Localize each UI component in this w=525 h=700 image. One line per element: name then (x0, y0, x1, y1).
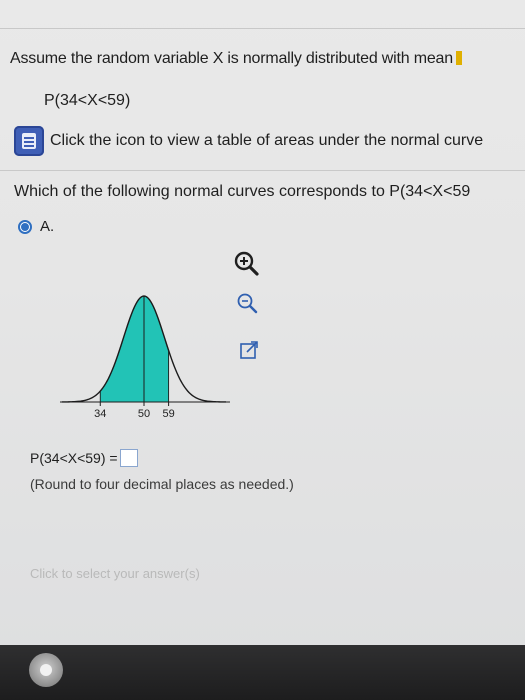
tick-label: 50 (138, 408, 150, 420)
table-icon[interactable] (14, 126, 44, 156)
zoom-out-icon[interactable] (236, 292, 258, 314)
tick-label: 34 (94, 408, 106, 420)
bottom-bar (0, 645, 525, 700)
rounding-hint: (Round to four decimal places as needed.… (30, 476, 294, 492)
normal-curve-chart: 34 50 59 (60, 295, 230, 420)
home-button[interactable] (29, 653, 63, 687)
table-link[interactable]: Click the icon to view a table of areas … (50, 132, 483, 150)
answer-row: P(34<X<59) = (30, 449, 138, 467)
question-text: Assume the random variable X is normally… (10, 50, 462, 68)
option-a-label: A. (40, 218, 55, 235)
answer-expression: P(34<X<59) = (30, 450, 118, 466)
tick-group: 34 50 59 (94, 402, 175, 420)
select-answer-message: Click to select your answer(s) (30, 566, 200, 581)
zoom-in-icon[interactable] (233, 250, 259, 276)
question-expression: P(34<X<59) (44, 92, 131, 109)
answer-input[interactable] (119, 449, 138, 467)
prompt-text: Which of the following normal curves cor… (14, 183, 471, 200)
question-page: Assume the random variable X is normally… (0, 0, 525, 660)
shaded-area (99, 295, 170, 403)
option-a-radio[interactable] (18, 219, 32, 234)
popout-icon[interactable] (239, 340, 259, 360)
section-divider (0, 170, 525, 171)
option-a[interactable]: A. (18, 218, 54, 235)
top-divider (0, 28, 525, 29)
tick-label: 59 (162, 408, 174, 420)
